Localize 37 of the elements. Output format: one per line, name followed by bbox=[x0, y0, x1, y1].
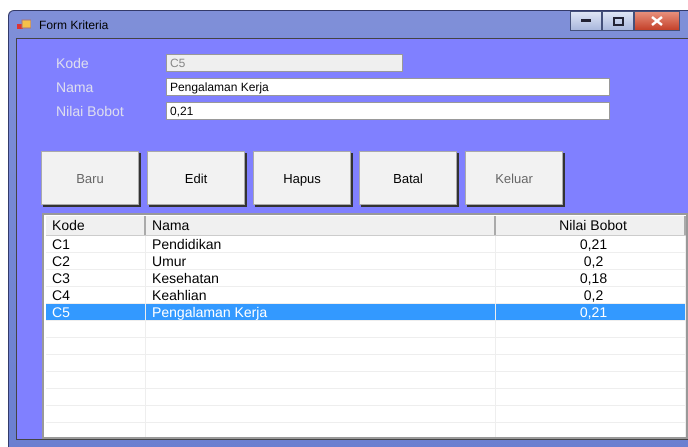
table-cell: 0,2 bbox=[496, 253, 686, 269]
column-header[interactable]: Kode bbox=[46, 216, 146, 235]
table-cell: 0,2 bbox=[496, 287, 686, 303]
maximize-button[interactable] bbox=[602, 11, 634, 31]
field-label: Nilai Bobot bbox=[55, 103, 125, 119]
table-cell: Pendidikan bbox=[146, 236, 496, 252]
table-cell: Pengalaman Kerja bbox=[146, 304, 496, 320]
action-button[interactable]: Batal bbox=[359, 151, 457, 205]
action-button[interactable]: Edit bbox=[147, 151, 245, 205]
action-button[interactable]: Hapus bbox=[253, 151, 351, 205]
table-cell: C1 bbox=[46, 236, 146, 252]
app-icon bbox=[17, 18, 31, 30]
field-label: Kode bbox=[55, 55, 90, 71]
maximize-icon bbox=[612, 16, 624, 26]
table-row[interactable]: C1 Pendidikan 0,21 bbox=[46, 236, 686, 253]
input-field[interactable]: Pengalaman Kerja bbox=[166, 78, 610, 96]
table-cell: 0,18 bbox=[496, 270, 686, 286]
table-cell: 0,21 bbox=[496, 304, 686, 320]
close-button[interactable] bbox=[634, 11, 680, 31]
field-label: Nama bbox=[55, 79, 94, 95]
table-cell: C2 bbox=[46, 253, 146, 269]
input-field[interactable]: 0,21 bbox=[166, 102, 610, 120]
table-cell: C3 bbox=[46, 270, 146, 286]
table-cell: C4 bbox=[46, 287, 146, 303]
table-cell: Keahlian bbox=[146, 287, 496, 303]
column-header[interactable]: Nama bbox=[146, 216, 496, 235]
close-icon bbox=[651, 16, 663, 26]
table-cell: Umur bbox=[146, 253, 496, 269]
window-title: Form Kriteria bbox=[39, 18, 108, 32]
table-cell: Kesehatan bbox=[146, 270, 496, 286]
table-row[interactable]: C2 Umur 0,2 bbox=[46, 253, 686, 270]
table-row[interactable]: C3 Kesehatan 0,18 bbox=[46, 270, 686, 287]
table-cell: C5 bbox=[46, 304, 146, 320]
table-cell: 0,21 bbox=[496, 236, 686, 252]
column-header[interactable]: Nilai Bobot bbox=[496, 216, 686, 235]
minimize-icon bbox=[581, 19, 591, 23]
minimize-button[interactable] bbox=[570, 11, 602, 31]
